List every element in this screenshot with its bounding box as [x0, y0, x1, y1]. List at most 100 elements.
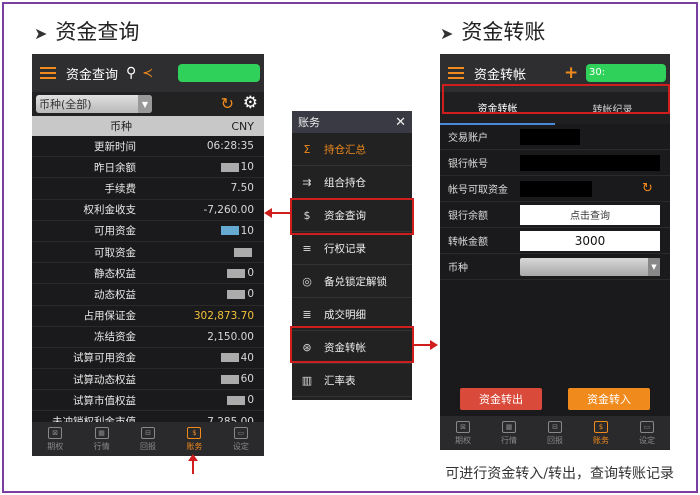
up-arrow-head — [188, 454, 198, 461]
nav-icon: ⊠ — [48, 426, 63, 439]
field-currency: 币种 ▼ — [440, 254, 670, 280]
account-badge-2[interactable]: 30: — [586, 64, 666, 82]
account-badge[interactable] — [178, 64, 260, 82]
chart-icon: ▥ — [301, 373, 313, 387]
close-icon[interactable]: ✕ — [395, 115, 406, 130]
refresh-icon[interactable]: ↻ — [642, 181, 653, 196]
available-value — [520, 180, 592, 197]
left-heading: ➤ 资金查询 — [34, 20, 140, 44]
arrow-head-left — [264, 208, 272, 218]
table-row: 可用资金 10 — [32, 221, 264, 242]
menu-header: 账务 ✕ — [292, 111, 412, 133]
table-row: 冻结资金 2,150.00 — [32, 327, 264, 348]
nav-item-0[interactable]: ⊠ 期权 — [440, 416, 486, 450]
action-buttons: 资金转出 资金转入 — [460, 388, 650, 410]
gear-icon[interactable]: ⚙ — [243, 93, 258, 113]
table-row: 可取资金 — [32, 242, 264, 264]
redacted-value — [227, 395, 246, 405]
plus-icon[interactable]: + — [564, 63, 578, 83]
right-heading: ➤ 资金转账 — [440, 20, 546, 44]
menu-item-covered-lock[interactable]: ◎ 备兑锁定解锁 — [292, 265, 412, 298]
table-row: 动态权益 0 — [32, 284, 264, 306]
menu-icon[interactable] — [448, 67, 464, 79]
list-icon: ≣ — [302, 307, 312, 321]
nav-item-0[interactable]: ⊠ 期权 — [32, 422, 78, 456]
table-row: 静态权益 0 — [32, 263, 264, 285]
nav-item-2[interactable]: ⊟ 回报 — [125, 422, 171, 456]
caption: 可进行资金转入/转出，查询转账记录 — [445, 466, 674, 482]
field-bank-balance: 银行余额 点击查询 — [440, 202, 670, 228]
field-amount: 转帐金额 3000 — [440, 228, 670, 254]
nav-icon: ⊟ — [141, 426, 156, 439]
table-row: 试算动态权益 60 — [32, 369, 264, 391]
currency-select[interactable]: 币种(全部) ▼ — [36, 95, 152, 113]
menu-icon[interactable] — [40, 67, 56, 79]
menu-item-exchange-rate[interactable]: ▥ 汇率表 — [292, 364, 412, 397]
redacted-value — [227, 289, 246, 299]
table-row: 昨日余额 10 — [32, 157, 264, 179]
search-icon[interactable]: ⚲ — [126, 65, 136, 81]
nav-item-4[interactable]: ▭ 设定 — [218, 422, 264, 456]
refresh-icon[interactable]: ↻ — [221, 94, 234, 113]
table-row: 手续费 7.50 — [32, 178, 264, 200]
fund-query-screen: 资金查询 ⚲ ≺ 币种(全部) ▼ ↻ ⚙ 币种 CNY 更新时间 06:28:3… — [32, 54, 264, 456]
nav-icon: ⊟ — [548, 420, 562, 433]
table-row: 试算市值权益 0 — [32, 390, 264, 412]
list-check-icon: ≡ — [302, 241, 312, 255]
table-header: 币种 CNY — [32, 116, 264, 136]
page-title-2: 资金转帐 — [474, 67, 527, 83]
nav-icon: ▭ — [640, 420, 654, 433]
lock-icon: ◎ — [302, 274, 312, 288]
highlight-fund-transfer — [290, 326, 414, 363]
nav-item-3[interactable]: $ 账务 — [578, 416, 624, 450]
highlight-tabs — [442, 84, 670, 114]
page-title: 资金查询 — [66, 67, 119, 83]
table-row: 占用保证金 302,873.70 — [32, 306, 264, 327]
redacted-value — [220, 162, 239, 172]
top-bar: 资金查询 ⚲ ≺ — [32, 54, 264, 92]
nav-icon: ▭ — [233, 426, 248, 439]
menu-item-position-summary[interactable]: Σ 持仓汇总 — [292, 133, 412, 166]
chevron-down-icon: ▼ — [648, 257, 660, 276]
nav-item-2[interactable]: ⊟ 回报 — [532, 416, 578, 450]
redacted-value — [227, 268, 246, 278]
share-icon[interactable]: ≺ — [142, 66, 153, 81]
arrow-to-left-phone — [270, 212, 290, 214]
nav-icon: $ — [594, 420, 608, 433]
bottom-nav: ⊠ 期权 ▦ 行情 ⊟ 回报 $ 账务 ▭ 设定 — [32, 422, 264, 456]
menu-item-combo-position[interactable]: ⇉ 组合持仓 — [292, 166, 412, 199]
arrow-head-right — [430, 340, 438, 350]
transfer-in-button[interactable]: 资金转入 — [568, 388, 650, 410]
combo-icon: ⇉ — [302, 175, 312, 189]
table-row: 权利金收支 -7,260.00 — [32, 200, 264, 221]
redacted-value — [234, 247, 252, 257]
table-row: 试算可用资金 40 — [32, 348, 264, 370]
transfer-out-button[interactable]: 资金转出 — [460, 388, 542, 410]
highlight-fund-query — [290, 198, 414, 235]
redacted-value — [220, 353, 239, 363]
bottom-nav-2: ⊠ 期权 ▦ 行情 ⊟ 回报 $ 账务 ▭ 设定 — [440, 416, 670, 450]
nav-icon: ▦ — [502, 420, 516, 433]
nav-icon: ▦ — [94, 426, 109, 439]
account-value — [520, 128, 580, 145]
highlight-nav-funds — [176, 424, 210, 456]
chevron-down-icon: ▼ — [138, 95, 152, 113]
bank-account-value[interactable] — [520, 154, 660, 171]
redacted-value — [220, 226, 239, 236]
currency-select-2[interactable]: ▼ — [520, 257, 660, 276]
nav-icon: ⊠ — [456, 420, 470, 433]
filter-bar: 币种(全部) ▼ ↻ ⚙ — [32, 92, 264, 116]
fund-table: 更新时间 06:28:35 昨日余额 10 手续费 7.50 权利金收支 -7,260.00 可… — [32, 136, 264, 433]
field-bank-account: 银行帐号 — [440, 150, 670, 176]
nav-item-4[interactable]: ▭ 设定 — [624, 416, 670, 450]
nav-item-1[interactable]: ▦ 行情 — [486, 416, 532, 450]
redacted-value — [220, 374, 239, 384]
field-account: 交易账户 — [440, 124, 670, 150]
sigma-icon: Σ — [303, 142, 311, 156]
nav-item-1[interactable]: ▦ 行情 — [78, 422, 124, 456]
table-row: 更新时间 06:28:35 — [32, 136, 264, 158]
amount-input[interactable]: 3000 — [520, 230, 660, 251]
field-available: 帐号可取资金 ↻ — [440, 176, 670, 202]
query-button[interactable]: 点击查询 — [520, 204, 660, 225]
menu-item-exercise-record[interactable]: ≡ 行权记录 — [292, 232, 412, 265]
